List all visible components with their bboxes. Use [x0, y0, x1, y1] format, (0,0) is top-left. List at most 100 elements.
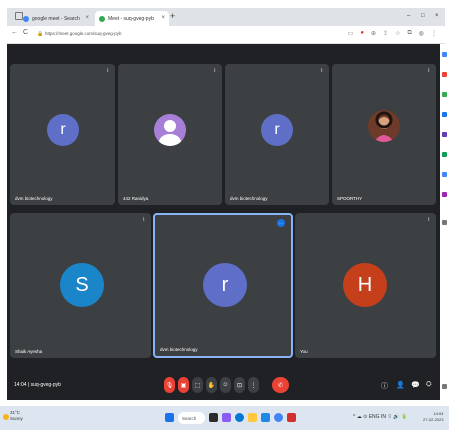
side-app-icon[interactable]	[442, 172, 447, 177]
default-person-icon	[159, 120, 181, 146]
address-bar-icons: ▭ ● ⊕ ⇪ ☆ ⧉ ◍ ⋮	[348, 30, 437, 37]
reload-button[interactable]: C	[23, 29, 28, 36]
mic-icon: ⌇	[106, 68, 109, 74]
taskbar-clock[interactable]: 14:04 27-02-2023	[423, 411, 443, 423]
participant-name: dvm biotechnology	[160, 347, 198, 352]
weather-desc: Sunny	[10, 416, 23, 421]
store-icon[interactable]	[261, 413, 270, 422]
reactions-button[interactable]: ☺	[220, 377, 231, 393]
activities-icon[interactable]: ⛭	[426, 381, 432, 389]
chrome-icon[interactable]	[274, 413, 283, 422]
tab-close-icon[interactable]: ×	[161, 15, 165, 21]
bookmark-icon[interactable]: ☆	[395, 30, 400, 37]
avatar	[154, 114, 186, 146]
participant-tile[interactable]: ⌇ SPOORTHY	[332, 64, 436, 205]
speaking-indicator-icon: ⋯	[277, 219, 285, 227]
chat-icon[interactable]: 💬	[411, 381, 420, 389]
task-view-icon[interactable]	[209, 413, 218, 422]
camera-icon[interactable]: ▭	[348, 30, 354, 37]
raise-hand-button[interactable]: ✋	[206, 377, 217, 393]
teams-icon[interactable]	[222, 413, 231, 422]
captions-button[interactable]: ⬚	[192, 377, 203, 393]
menu-icon[interactable]: ⋮	[431, 30, 437, 37]
participant-tile[interactable]: ⌇ r dvm biotechnology	[225, 64, 329, 205]
mic-blocked-icon[interactable]: ●	[360, 30, 364, 37]
avatar-photo	[368, 110, 400, 142]
avatar: H	[343, 263, 387, 307]
side-settings-icon[interactable]	[442, 384, 447, 389]
mic-icon: ⌇	[427, 217, 430, 223]
participant-tile[interactable]: ⌇ 442 Ranidya	[118, 64, 222, 205]
minimize-button[interactable]: –	[407, 13, 410, 19]
tab-close-icon[interactable]: ×	[85, 15, 89, 21]
new-tab-button[interactable]: +	[170, 11, 175, 21]
browser-tab-bar: google meet - Search × Meet - suq-gveg-p…	[7, 8, 445, 26]
avatar: r	[47, 114, 79, 146]
browser-side-panel	[440, 44, 449, 400]
participant-name: dvm biotechnology	[15, 196, 53, 201]
lock-icon: 🔒	[37, 31, 44, 37]
system-tray[interactable]: ^ ☁ ⊙ ENG IN ⌔ 🔊 🔋	[353, 414, 407, 420]
taskbar-search[interactable]: Search	[178, 412, 205, 424]
share-icon[interactable]: ⇪	[383, 30, 388, 37]
camera-toggle-button[interactable]: ▣	[178, 377, 189, 393]
side-app-icon[interactable]	[442, 92, 447, 97]
mcafee-icon[interactable]	[287, 413, 296, 422]
mic-icon: ⌇	[213, 68, 216, 74]
back-button[interactable]: ←	[11, 29, 18, 36]
windows-taskbar: 31°C Sunny Search ^ ☁ ⊙ ENG IN ⌔ 🔊 🔋 14:…	[0, 406, 449, 430]
address-bar: ← C 🔒 https://meet.google.com/suq-gveg-p…	[7, 26, 445, 44]
meeting-info-icon[interactable]: ⓘ	[381, 381, 388, 391]
meet-stage: ⌇ r dvm biotechnology ⌇ 442 Ranidya ⌇ r …	[7, 44, 440, 400]
url-field[interactable]: https://meet.google.com/suq-gveg-pyb	[45, 31, 122, 36]
participant-tile-self[interactable]: ⌇ H You	[295, 213, 436, 358]
tab-meet[interactable]: Meet - suq-gveg-pyb ×	[95, 11, 169, 26]
profile-icon[interactable]: ◍	[419, 30, 424, 37]
extensions-icon[interactable]: ⧉	[407, 30, 411, 37]
search-side-icon[interactable]	[442, 52, 447, 57]
meet-favicon-icon	[99, 15, 105, 22]
side-app-icon[interactable]	[442, 192, 447, 197]
side-app-icon[interactable]	[442, 132, 447, 137]
profile-photo-icon	[368, 110, 400, 142]
meeting-time-code: 14:04 | suq-gveg-pyb	[14, 382, 61, 388]
edge-icon[interactable]	[235, 413, 244, 422]
weather-widget[interactable]: 31°C Sunny	[10, 410, 23, 422]
participant-tile[interactable]: ⌇ r dvm biotechnology	[10, 64, 115, 205]
sun-icon	[3, 414, 9, 420]
participant-name: 442 Ranidya	[123, 196, 149, 201]
clock-date: 27-02-2023	[423, 417, 444, 422]
tab-label: google meet - Search	[32, 15, 80, 22]
participant-tile-active[interactable]: ⋯ r dvm biotechnology	[153, 213, 293, 358]
mic-icon: ⌇	[142, 217, 145, 223]
tab-label: Meet - suq-gveg-pyb	[108, 15, 154, 22]
close-window-button[interactable]: ×	[435, 13, 439, 19]
file-explorer-icon[interactable]	[248, 413, 257, 422]
mic-icon: ⌇	[320, 68, 323, 74]
maximize-button[interactable]: □	[421, 13, 425, 19]
avatar: S	[60, 263, 104, 307]
side-app-icon[interactable]	[442, 72, 447, 77]
install-icon[interactable]: ⊕	[371, 30, 376, 37]
people-icon[interactable]: 👤	[396, 381, 405, 389]
avatar: r	[261, 114, 293, 146]
screenshot-frame: google meet - Search × Meet - suq-gveg-p…	[0, 0, 449, 430]
participant-name: Shaik Ayesha	[15, 349, 43, 354]
present-button[interactable]: ⊡	[234, 377, 245, 393]
meet-control-bar: 14:04 | suq-gveg-pyb 🎙 ▣ ⬚ ✋ ☺ ⊡ ⋮ ✆ ⓘ 👤…	[7, 370, 440, 400]
side-app-icon[interactable]	[442, 112, 447, 117]
google-favicon-icon	[23, 15, 29, 22]
mic-toggle-button[interactable]: 🎙	[164, 377, 175, 393]
side-add-icon[interactable]	[442, 220, 447, 225]
search-label: Search	[182, 415, 197, 421]
participant-name: dvm biotechnology	[230, 196, 268, 201]
end-call-button[interactable]: ✆	[272, 377, 289, 393]
tab-google-search[interactable]: google meet - Search ×	[19, 11, 93, 26]
avatar: r	[203, 263, 247, 307]
more-options-button[interactable]: ⋮	[248, 377, 259, 393]
participant-tile[interactable]: ⌇ S Shaik Ayesha	[10, 213, 151, 358]
participant-name: You	[300, 349, 308, 354]
side-app-icon[interactable]	[442, 152, 447, 157]
mic-icon: ⌇	[427, 68, 430, 74]
start-icon[interactable]	[165, 413, 174, 422]
